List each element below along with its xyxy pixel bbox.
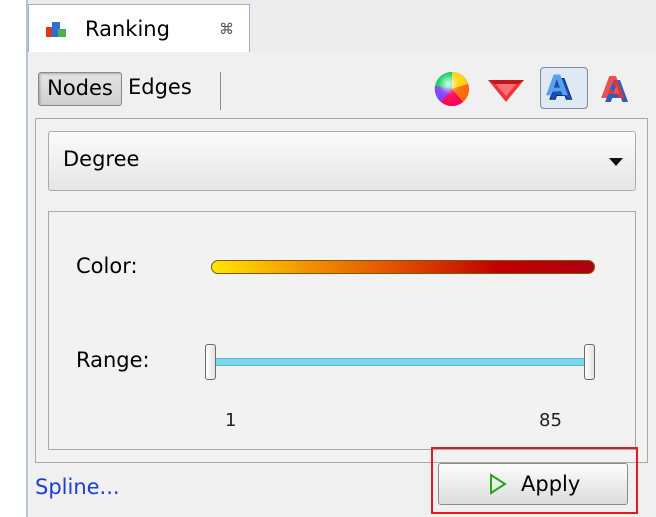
range-max-value: 85	[539, 410, 562, 431]
range-label: Range:	[76, 348, 150, 372]
apply-button[interactable]: Apply	[438, 463, 628, 505]
label-color-ranking-toggle[interactable]: A A	[540, 67, 588, 109]
ranking-settings-box: Color: Range: 1 85	[48, 211, 636, 450]
ranking-content: Degree Color: Range: 1 85	[35, 118, 648, 463]
ranking-panel: Ranking ⌘ Nodes Edges A A A A Degree Col…	[26, 0, 656, 517]
tab-strip: Ranking ⌘	[28, 0, 656, 53]
attribute-dropdown[interactable]: Degree	[48, 131, 636, 191]
color-gradient-bar[interactable]	[211, 260, 595, 274]
ranking-icon	[46, 22, 66, 37]
attribute-dropdown-value: Degree	[63, 147, 140, 171]
svg-text:A: A	[546, 69, 568, 103]
range-min-value: 1	[225, 410, 237, 431]
tab-label: Ranking	[85, 17, 170, 41]
close-icon[interactable]: ⌘	[219, 22, 234, 37]
range-slider-track[interactable]	[211, 358, 595, 366]
range-min-handle[interactable]	[205, 344, 216, 380]
label-size-ranking-icon[interactable]: A A	[598, 70, 640, 108]
color-label: Color:	[76, 254, 138, 278]
toolbar-divider	[220, 72, 221, 110]
chevron-down-icon	[609, 158, 623, 166]
spline-link[interactable]: Spline...	[35, 475, 120, 499]
svg-text:A: A	[601, 71, 625, 106]
color-ranking-icon[interactable]	[433, 70, 471, 108]
size-ranking-icon[interactable]	[484, 70, 528, 108]
range-max-handle[interactable]	[584, 344, 595, 380]
edges-toggle-button[interactable]: Edges	[126, 72, 210, 106]
apply-label: Apply	[521, 472, 581, 496]
tab-ranking[interactable]: Ranking ⌘	[28, 4, 250, 52]
toolbar: Nodes Edges A A A A	[28, 52, 656, 118]
play-icon	[490, 473, 507, 495]
nodes-toggle-button[interactable]: Nodes	[38, 72, 122, 106]
label-color-ranking-icon: A A	[546, 69, 572, 107]
